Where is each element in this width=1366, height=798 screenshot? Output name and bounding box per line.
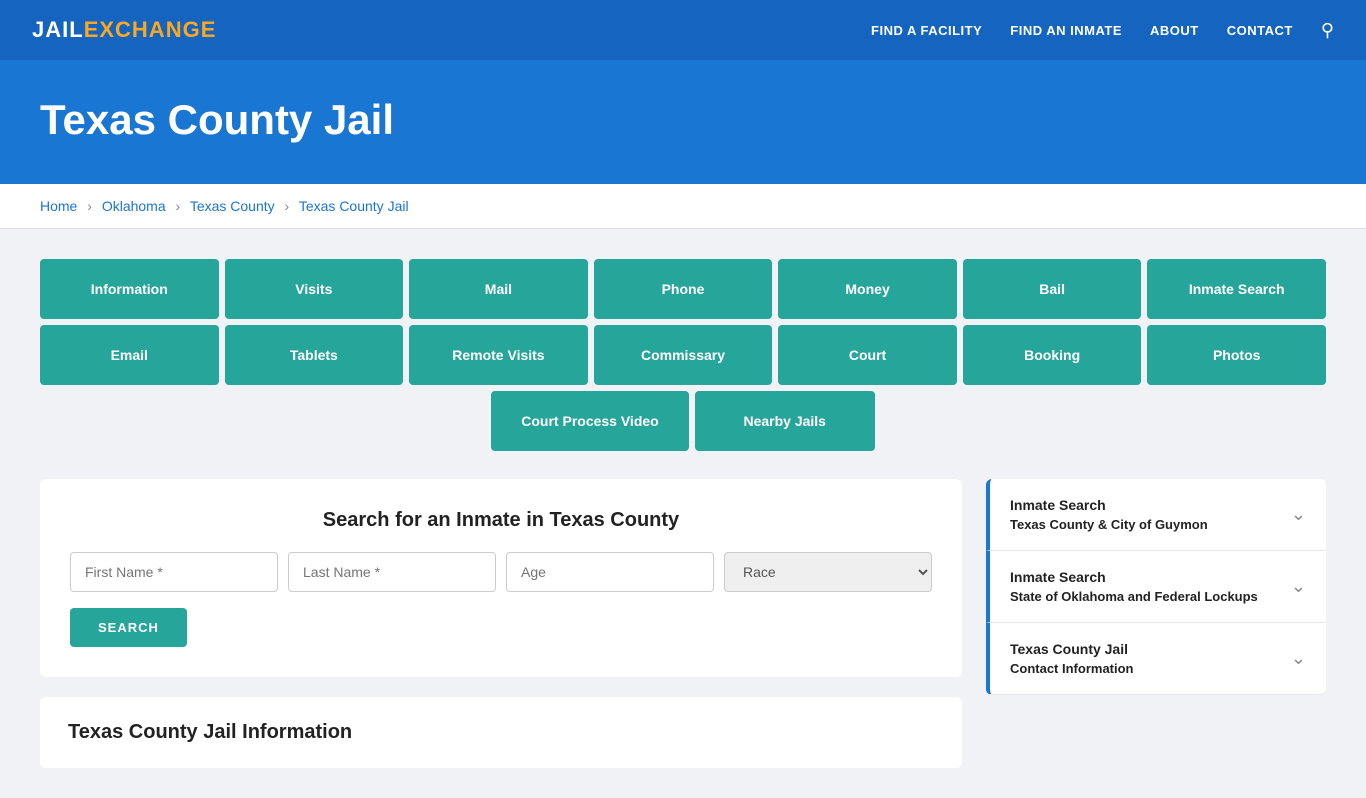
last-name-input[interactable] — [288, 552, 496, 592]
race-select[interactable]: Race White Black Hispanic Asian Other — [724, 552, 932, 592]
btn-nearby-jails[interactable]: Nearby Jails — [695, 391, 875, 451]
sidebar-sub-state: State of Oklahoma and Federal Lockups — [1010, 589, 1258, 604]
nav-find-inmate[interactable]: FIND AN INMATE — [1010, 23, 1122, 38]
button-grid-row1: Information Visits Mail Phone Money Bail… — [40, 259, 1326, 319]
btn-mail[interactable]: Mail — [409, 259, 588, 319]
sidebar-sub-contact: Contact Information — [1010, 661, 1134, 676]
search-button[interactable]: SEARCH — [70, 608, 187, 647]
nav-find-facility[interactable]: FIND A FACILITY — [871, 23, 982, 38]
btn-inmate-search[interactable]: Inmate Search — [1147, 259, 1326, 319]
btn-court-process-video[interactable]: Court Process Video — [491, 391, 688, 451]
sidebar-item-contact[interactable]: Texas County Jail Contact Information ⌄ — [986, 623, 1326, 695]
info-section: Texas County Jail Information — [40, 697, 962, 768]
nav-contact[interactable]: CONTACT — [1227, 23, 1293, 38]
chevron-down-icon-3: ⌄ — [1291, 648, 1306, 669]
chevron-down-icon: ⌄ — [1291, 504, 1306, 525]
search-fields: Race White Black Hispanic Asian Other — [70, 552, 932, 592]
breadcrumb-home[interactable]: Home — [40, 198, 77, 214]
info-title: Texas County Jail Information — [68, 721, 934, 744]
btn-email[interactable]: Email — [40, 325, 219, 385]
sidebar-label-state: Inmate Search — [1010, 569, 1258, 585]
logo-exchange: EXCHANGE — [84, 17, 217, 42]
btn-visits[interactable]: Visits — [225, 259, 404, 319]
chevron-down-icon-2: ⌄ — [1291, 576, 1306, 597]
btn-phone[interactable]: Phone — [594, 259, 773, 319]
page-title: Texas County Jail — [40, 96, 1326, 144]
lower-section: Search for an Inmate in Texas County Rac… — [40, 479, 1326, 768]
navbar: JAILEXCHANGE FIND A FACILITY FIND AN INM… — [0, 0, 1366, 60]
logo-jail: JAIL — [32, 17, 84, 42]
breadcrumb-sep-2: › — [176, 198, 181, 214]
sidebar: Inmate Search Texas County & City of Guy… — [986, 479, 1326, 695]
search-icon[interactable]: ⚲ — [1321, 20, 1334, 41]
search-panel: Search for an Inmate in Texas County Rac… — [40, 479, 962, 677]
hero-banner: Texas County Jail — [0, 60, 1366, 184]
nav-about[interactable]: ABOUT — [1150, 23, 1199, 38]
btn-booking[interactable]: Booking — [963, 325, 1142, 385]
button-grid-row3: Court Process Video Nearby Jails — [40, 391, 1326, 451]
main-content: Information Visits Mail Phone Money Bail… — [0, 229, 1366, 798]
sidebar-label-contact: Texas County Jail — [1010, 641, 1134, 657]
btn-remote-visits[interactable]: Remote Visits — [409, 325, 588, 385]
btn-money[interactable]: Money — [778, 259, 957, 319]
age-input[interactable] — [506, 552, 714, 592]
site-logo[interactable]: JAILEXCHANGE — [32, 17, 216, 43]
breadcrumb-sep-3: › — [285, 198, 290, 214]
breadcrumb: Home › Oklahoma › Texas County › Texas C… — [0, 184, 1366, 229]
breadcrumb-texas-county-jail[interactable]: Texas County Jail — [299, 198, 409, 214]
btn-photos[interactable]: Photos — [1147, 325, 1326, 385]
search-title: Search for an Inmate in Texas County — [70, 509, 932, 532]
breadcrumb-sep-1: › — [87, 198, 92, 214]
nav-links: FIND A FACILITY FIND AN INMATE ABOUT CON… — [871, 20, 1334, 41]
btn-bail[interactable]: Bail — [963, 259, 1142, 319]
btn-tablets[interactable]: Tablets — [225, 325, 404, 385]
breadcrumb-texas-county[interactable]: Texas County — [190, 198, 275, 214]
sidebar-label-county: Inmate Search — [1010, 497, 1208, 513]
first-name-input[interactable] — [70, 552, 278, 592]
breadcrumb-oklahoma[interactable]: Oklahoma — [102, 198, 166, 214]
sidebar-item-state-search[interactable]: Inmate Search State of Oklahoma and Fede… — [986, 551, 1326, 623]
btn-commissary[interactable]: Commissary — [594, 325, 773, 385]
sidebar-sub-county: Texas County & City of Guymon — [1010, 517, 1208, 532]
sidebar-item-county-search[interactable]: Inmate Search Texas County & City of Guy… — [986, 479, 1326, 551]
btn-information[interactable]: Information — [40, 259, 219, 319]
button-grid-row2: Email Tablets Remote Visits Commissary C… — [40, 325, 1326, 385]
btn-court[interactable]: Court — [778, 325, 957, 385]
